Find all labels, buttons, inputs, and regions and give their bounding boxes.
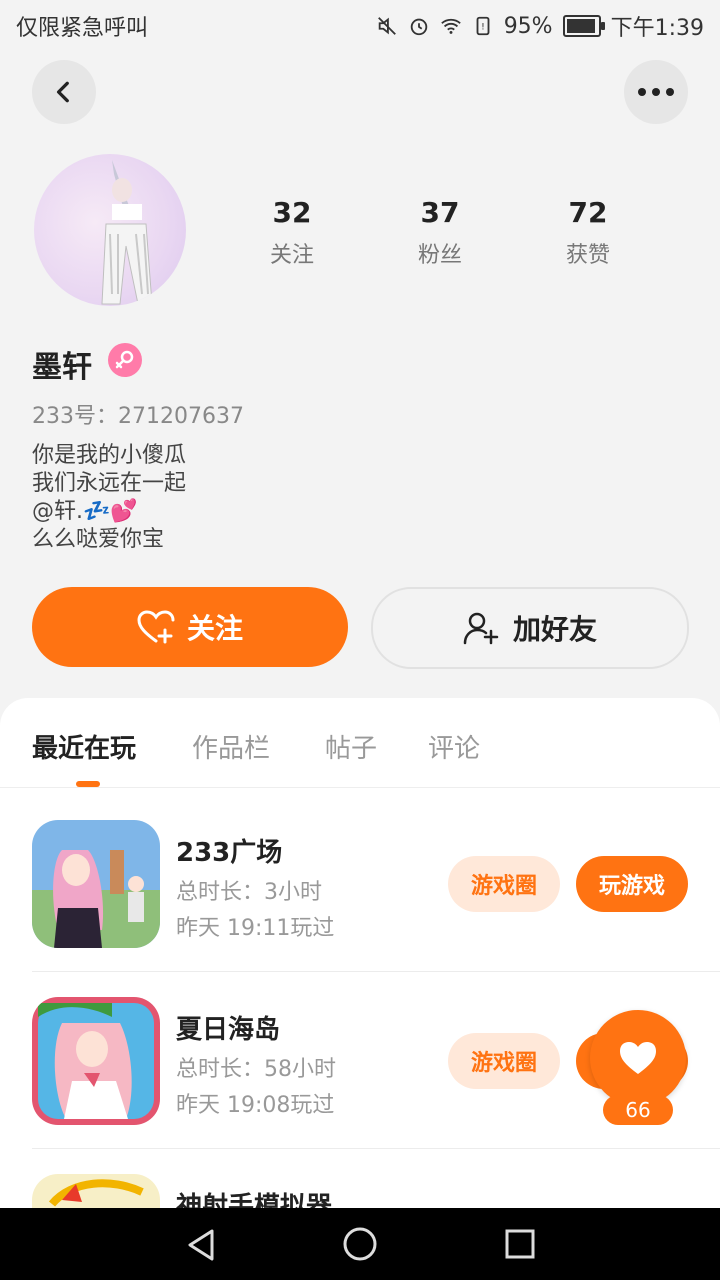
battery-icon [562, 15, 605, 37]
tab-divider [0, 787, 720, 788]
bio-line: 你是我的小傻瓜 [32, 443, 187, 468]
row-divider [32, 971, 720, 972]
content-card [0, 698, 720, 1218]
status-right: ! 95% 下午1:39 [376, 10, 704, 42]
gender-badge [108, 343, 142, 377]
heart-plus-icon [137, 610, 175, 644]
nav-recents-icon[interactable] [504, 1228, 536, 1260]
tab-comments[interactable]: 评论 [428, 728, 480, 765]
play-game-button[interactable]: 玩游戏 [576, 856, 688, 912]
like-button[interactable] [590, 1010, 686, 1106]
user-id: 233号：271207637 [32, 404, 244, 429]
game-title: 夏日海岛 [176, 1015, 281, 1045]
game-summer-art-icon [32, 997, 160, 1125]
avatar-figure-icon [101, 160, 153, 305]
tab-works[interactable]: 作品栏 [192, 728, 270, 765]
add-friend-label: 加好友 [512, 613, 597, 646]
stat-following-value: 32 [272, 196, 312, 229]
heart-icon [620, 1042, 656, 1074]
svg-text:!: ! [481, 22, 485, 33]
stat-likes[interactable]: 72 获赞 [528, 196, 648, 269]
game-icon-233-plaza[interactable] [32, 820, 160, 948]
follow-label: 关注 [186, 612, 243, 645]
game-duration: 总时长：3小时 [176, 880, 322, 905]
system-nav-bar [0, 1208, 720, 1280]
stat-fans[interactable]: 37 粉丝 [380, 196, 500, 269]
game-icon-sharpshooter[interactable] [32, 1174, 160, 1208]
wifi-icon [440, 18, 461, 34]
game-circle-button[interactable]: 游戏圈 [448, 856, 560, 912]
nav-back-icon[interactable] [184, 1228, 218, 1262]
tab-posts[interactable]: 帖子 [325, 728, 377, 765]
game-title: 神射手模拟器 [176, 1192, 333, 1208]
add-friend-button[interactable]: 加好友 [371, 587, 689, 669]
profile-name: 墨轩 [32, 350, 92, 385]
bio-line: @轩.💤💕 [32, 499, 138, 524]
bio: 你是我的小傻瓜 我们永远在一起 @轩.💤💕 么么哒爱你宝 [32, 442, 186, 554]
add-person-icon [463, 612, 499, 645]
stat-fans-value: 37 [420, 196, 460, 229]
bio-line: 我们永远在一起 [32, 471, 187, 496]
game-icon-summer-island[interactable] [32, 997, 160, 1125]
tab-recent-play[interactable]: 最近在玩 [32, 728, 136, 765]
stat-likes-value: 72 [568, 196, 608, 229]
battery-percent: 95% [503, 13, 553, 39]
game-233-art-icon [32, 820, 160, 948]
stat-likes-label: 获赞 [565, 243, 610, 268]
follow-button[interactable]: 关注 [32, 587, 348, 667]
mute-icon [377, 17, 396, 35]
sim-icon: ! [476, 16, 490, 36]
game-circle-button[interactable]: 游戏圈 [448, 1033, 560, 1089]
game-title: 233广场 [176, 838, 283, 868]
game-title-clip: 神射手模拟器 [176, 1186, 332, 1208]
game-duration: 总时长：58小时 [176, 1057, 336, 1082]
status-time: 下午1:39 [610, 16, 704, 41]
stat-following-label: 关注 [269, 243, 314, 268]
more-dots-icon [638, 88, 674, 96]
more-button[interactable] [624, 60, 688, 124]
nav-home-icon[interactable] [342, 1226, 378, 1262]
game-last-played: 昨天 19:08玩过 [176, 1093, 335, 1118]
stat-fans-label: 粉丝 [417, 243, 462, 268]
like-count: 66 [603, 1095, 673, 1125]
chevron-left-icon [56, 81, 69, 103]
bio-line: 么么哒爱你宝 [32, 527, 165, 552]
game-sharpshooter-art-icon [32, 1174, 160, 1208]
avatar[interactable] [34, 154, 186, 306]
female-icon [115, 350, 134, 369]
row-divider [32, 1148, 720, 1149]
stat-following[interactable]: 32 关注 [232, 196, 352, 269]
status-carrier: 仅限紧急呼叫 [16, 16, 149, 41]
back-button[interactable] [32, 60, 96, 124]
game-last-played: 昨天 19:11玩过 [176, 916, 335, 941]
alarm-icon [410, 18, 427, 36]
